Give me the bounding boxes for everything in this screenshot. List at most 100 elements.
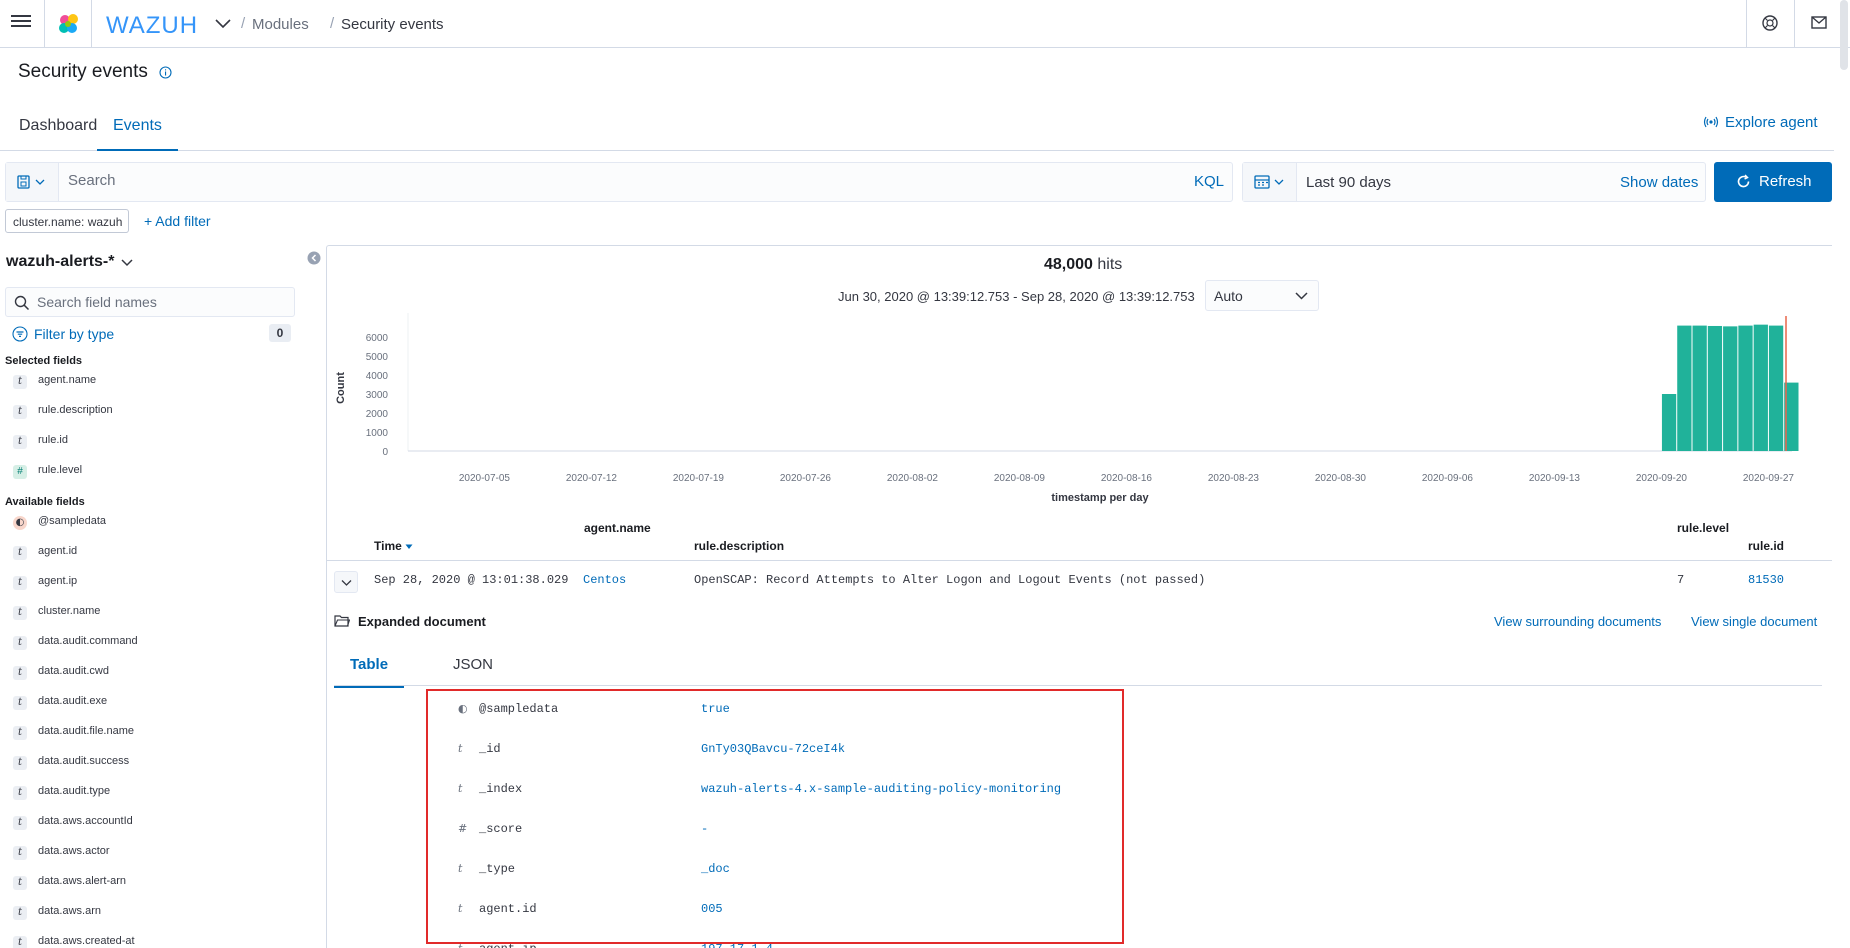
- hamburger-menu-icon[interactable]: [10, 12, 32, 34]
- app-logo-icon[interactable]: [44, 0, 92, 48]
- string-type-icon: t: [13, 576, 27, 590]
- view-single-document-link[interactable]: View single document: [1691, 614, 1817, 629]
- date-range-value[interactable]: Last 90 days: [1306, 174, 1391, 191]
- field-name: @sampledata: [38, 515, 107, 527]
- expand-row-button[interactable]: [334, 571, 358, 593]
- field-search-input[interactable]: [37, 294, 287, 310]
- field-item[interactable]: t data.audit.file.name: [10, 722, 310, 744]
- column-header-rule-id[interactable]: rule.id: [1748, 539, 1784, 553]
- cell-agent-name[interactable]: Centos: [583, 573, 626, 587]
- histogram-bar: [1677, 325, 1692, 451]
- broadcast-icon: [1703, 116, 1719, 128]
- y-tick-label: 3000: [366, 390, 389, 401]
- y-tick-label: 1000: [366, 428, 389, 439]
- field-name: data.audit.success: [38, 755, 130, 767]
- field-item[interactable]: t data.aws.accountId: [10, 812, 310, 834]
- highlight-annotation: [426, 689, 1124, 944]
- field-item[interactable]: t data.audit.type: [10, 782, 310, 804]
- column-header-rule-level[interactable]: rule.level: [1677, 521, 1729, 535]
- field-name: data.aws.actor: [38, 845, 110, 857]
- field-item[interactable]: ◐ @sampledata: [10, 512, 310, 534]
- filter-by-type-button[interactable]: Filter by type: [12, 326, 114, 342]
- chevron-down-icon[interactable]: [214, 15, 232, 33]
- tab-events[interactable]: Events: [97, 117, 178, 151]
- field-name: data.aws.accountId: [38, 815, 133, 827]
- tab-dashboard[interactable]: Dashboard: [19, 117, 97, 149]
- x-tick-label: 2020-07-19: [673, 473, 725, 484]
- query-language-button[interactable]: KQL: [1194, 173, 1224, 190]
- x-tick-label: 2020-08-30: [1315, 473, 1367, 484]
- filter-icon: [12, 326, 28, 342]
- tab-table[interactable]: Table: [334, 656, 405, 688]
- x-tick-label: 2020-08-02: [887, 473, 939, 484]
- tab-json[interactable]: JSON: [453, 656, 493, 686]
- sort-down-icon: [405, 544, 413, 549]
- calendar-icon: [1254, 175, 1284, 189]
- collapse-sidebar-icon[interactable]: [307, 251, 321, 265]
- filter-pill[interactable]: cluster.name: wazuh: [5, 209, 129, 233]
- refresh-button[interactable]: Refresh: [1714, 162, 1832, 202]
- explore-agent-button[interactable]: Explore agent: [1703, 114, 1818, 131]
- string-type-icon: t: [13, 756, 27, 770]
- field-name: data.audit.cwd: [38, 665, 109, 677]
- y-tick-label: 5000: [366, 352, 389, 363]
- folder-open-icon: [334, 615, 350, 627]
- help-button[interactable]: [1746, 0, 1794, 48]
- info-icon[interactable]: [159, 66, 172, 79]
- page-scrollbar[interactable]: [1840, 0, 1848, 70]
- field-item[interactable]: t data.audit.cwd: [10, 662, 310, 684]
- add-filter-button[interactable]: + Add filter: [144, 213, 211, 229]
- field-item[interactable]: t data.aws.actor: [10, 842, 310, 864]
- field-item[interactable]: t rule.description: [10, 401, 310, 423]
- cell-rule-description: OpenSCAP: Record Attempts to Alter Logon…: [694, 573, 1206, 587]
- newsfeed-button[interactable]: [1794, 0, 1842, 48]
- x-tick-label: 2020-07-26: [780, 473, 832, 484]
- field-name: data.aws.arn: [38, 905, 101, 917]
- string-type-icon: t: [13, 546, 27, 560]
- interval-value: Auto: [1214, 288, 1243, 304]
- breadcrumb-modules[interactable]: Modules: [252, 16, 309, 33]
- field-item[interactable]: t agent.id: [10, 542, 310, 564]
- y-tick-label: 2000: [366, 409, 389, 420]
- string-type-icon: t: [13, 846, 27, 860]
- field-name: rule.id: [38, 434, 68, 446]
- doc-table-header: Time agent.name rule.description rule.le…: [327, 510, 1832, 561]
- chevron-down-icon[interactable]: [120, 256, 134, 270]
- field-item[interactable]: t data.audit.command: [10, 632, 310, 654]
- field-item[interactable]: t data.audit.success: [10, 752, 310, 774]
- saved-query-button[interactable]: [6, 163, 59, 201]
- string-type-icon: t: [13, 786, 27, 800]
- column-header-agent-name[interactable]: agent.name: [584, 521, 651, 535]
- cell-time: Sep 28, 2020 @ 13:01:38.029: [374, 573, 569, 587]
- field-item[interactable]: t data.aws.created-at: [10, 932, 310, 948]
- quick-date-menu-button[interactable]: [1243, 163, 1297, 201]
- field-item[interactable]: t agent.ip: [10, 572, 310, 594]
- y-tick-label: 6000: [366, 333, 389, 344]
- top-navigation-bar: WAZUH / Modules / Security events: [0, 0, 1850, 48]
- breadcrumb-separator: /: [330, 15, 335, 32]
- search-input[interactable]: [68, 172, 1168, 189]
- show-dates-button[interactable]: Show dates: [1620, 174, 1698, 191]
- time-range-label: Jun 30, 2020 @ 13:39:12.753 - Sep 28, 20…: [838, 289, 1195, 304]
- cell-rule-id[interactable]: 81530: [1748, 573, 1784, 587]
- field-item[interactable]: t rule.id: [10, 431, 310, 453]
- field-item[interactable]: t data.aws.alert-arn: [10, 872, 310, 894]
- interval-select[interactable]: Auto: [1205, 280, 1319, 311]
- column-header-rule-description[interactable]: rule.description: [694, 539, 784, 553]
- field-item[interactable]: t data.aws.arn: [10, 902, 310, 924]
- wazuh-brand[interactable]: WAZUH: [106, 12, 198, 40]
- index-pattern-selector[interactable]: wazuh-alerts-*: [6, 253, 114, 271]
- view-surrounding-documents-link[interactable]: View surrounding documents: [1494, 614, 1661, 629]
- field-name: cluster.name: [38, 605, 101, 617]
- field-item[interactable]: t cluster.name: [10, 602, 310, 624]
- date-picker: Last 90 days Show dates: [1242, 162, 1706, 202]
- column-header-time[interactable]: Time: [374, 539, 413, 553]
- field-item[interactable]: t agent.name: [10, 371, 310, 393]
- field-item[interactable]: # rule.level: [10, 461, 310, 483]
- page-tabs: Dashboard Events: [0, 104, 1834, 151]
- document-view-tabs: Table JSON: [334, 641, 1822, 688]
- field-item[interactable]: t data.audit.exe: [10, 692, 310, 714]
- hits-count: 48,000: [1044, 256, 1093, 273]
- mail-icon: [1811, 16, 1827, 29]
- breadcrumb-separator: /: [241, 15, 246, 32]
